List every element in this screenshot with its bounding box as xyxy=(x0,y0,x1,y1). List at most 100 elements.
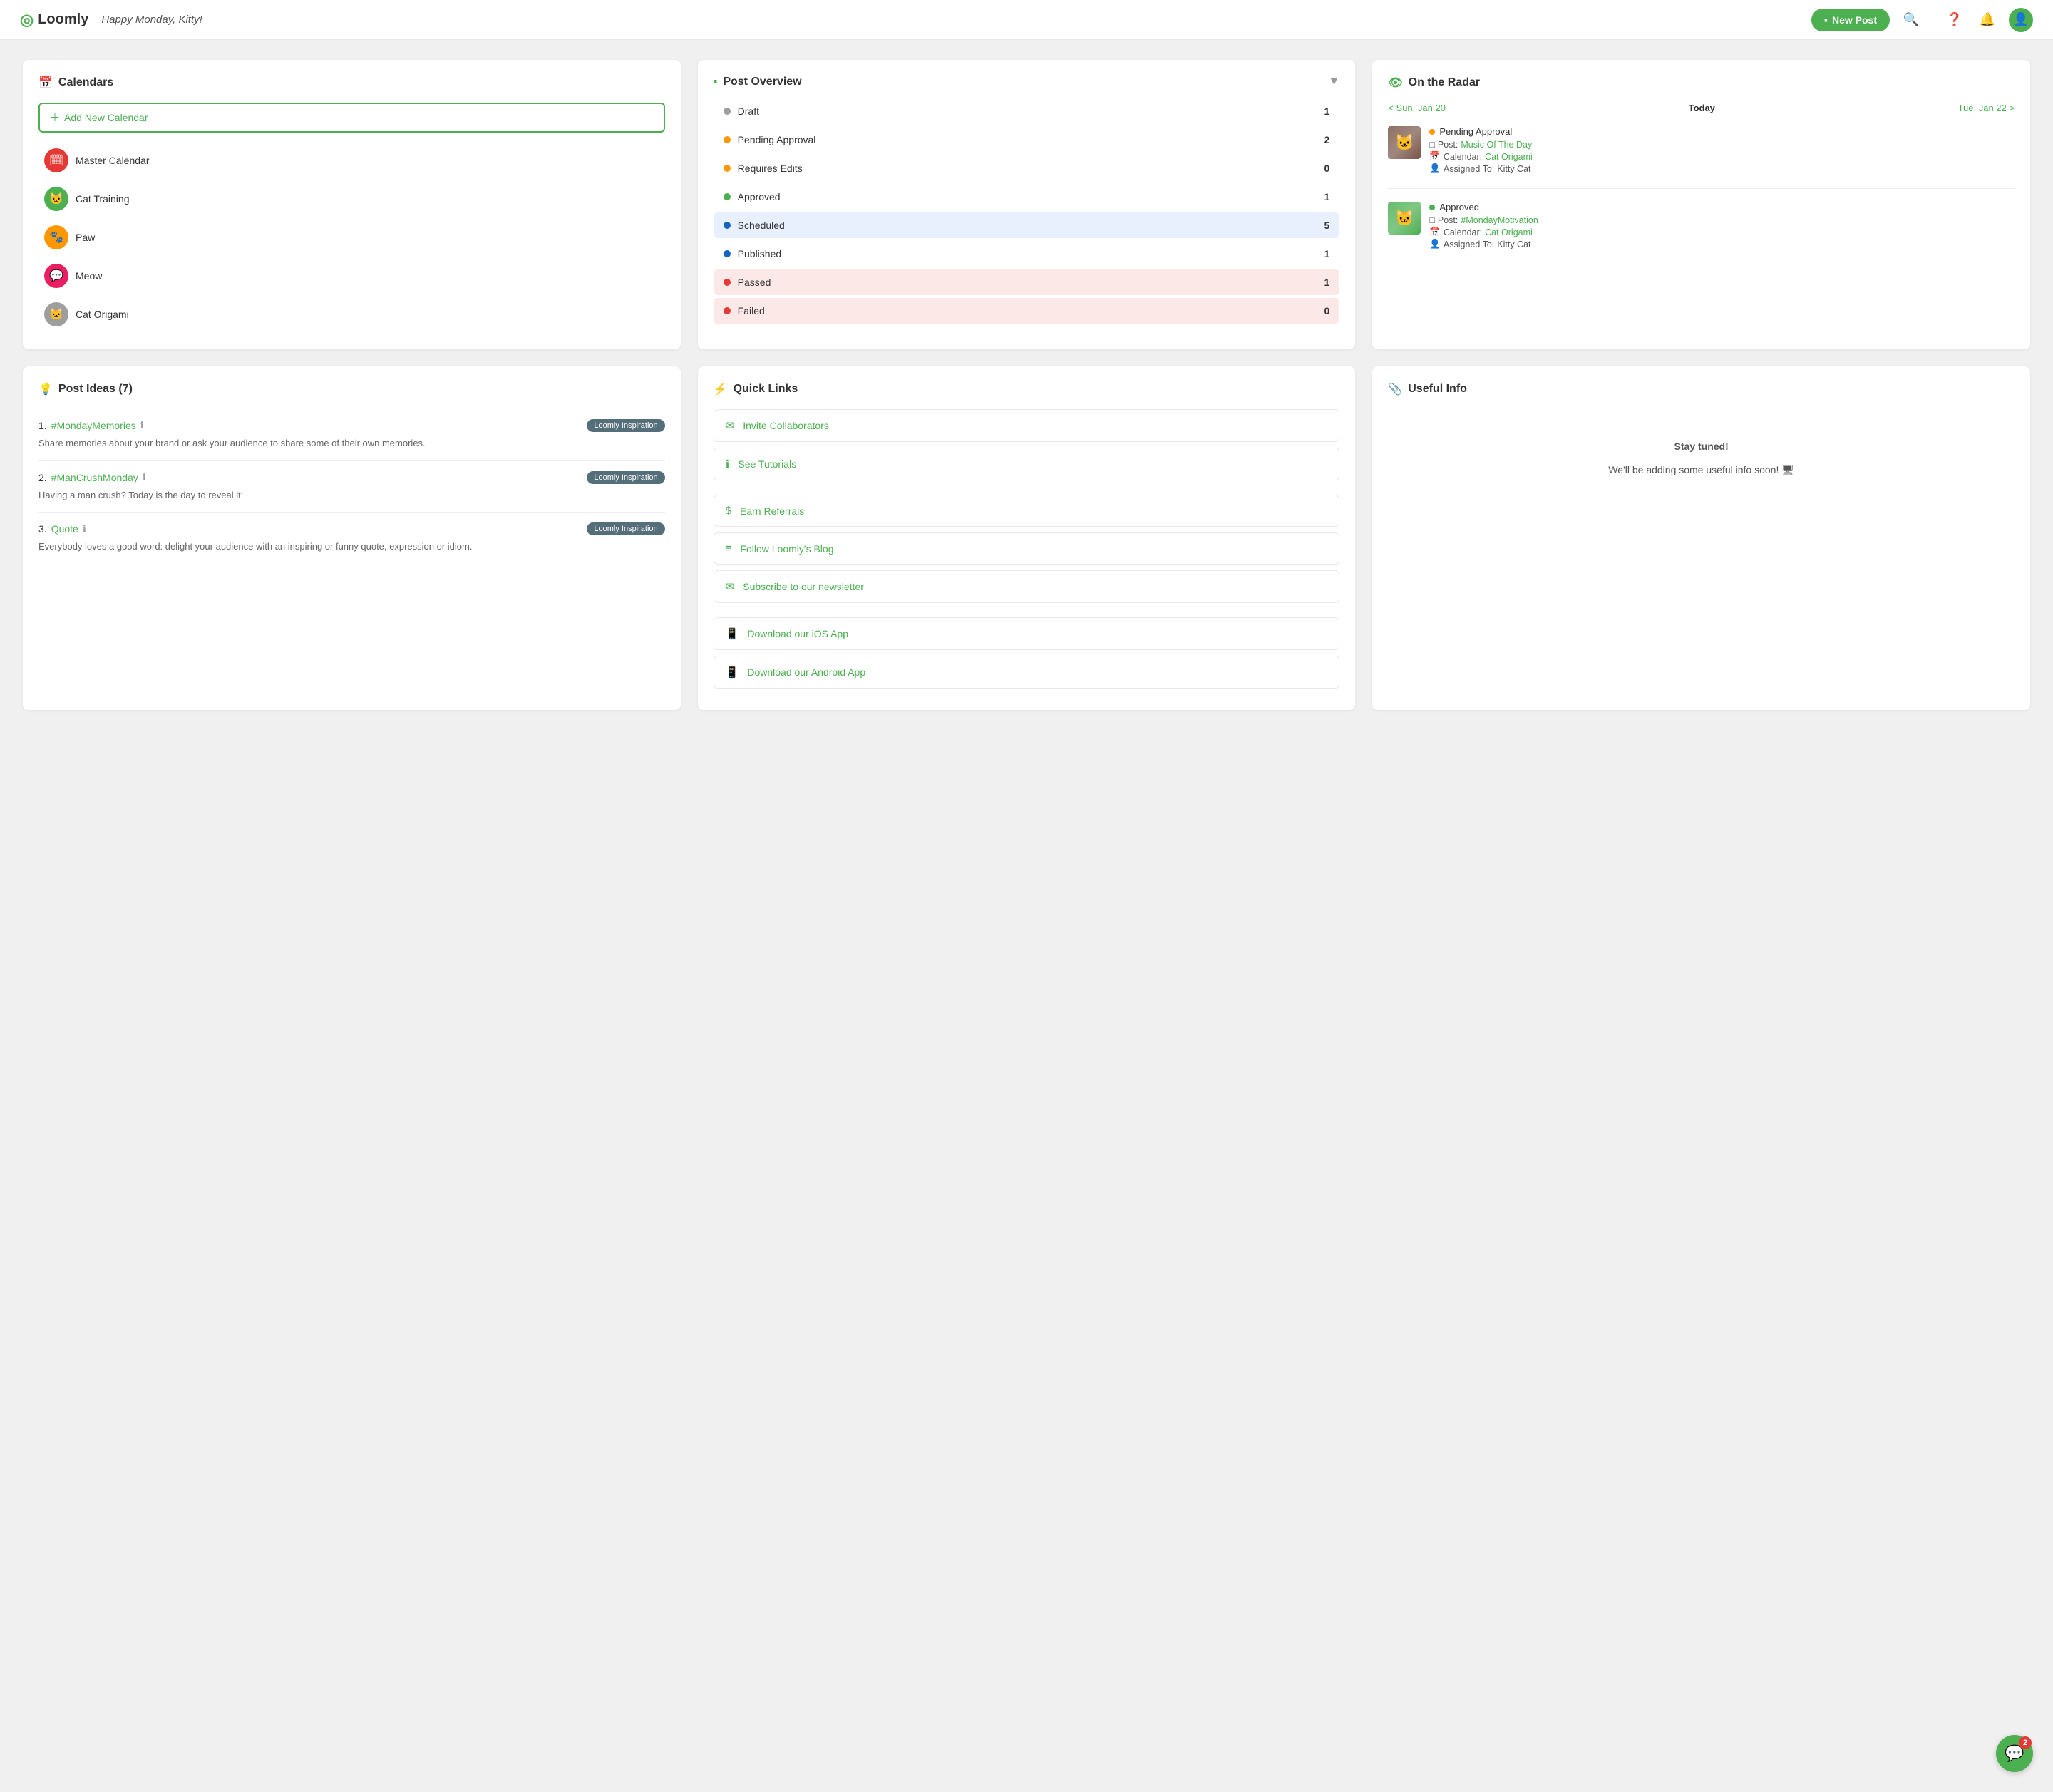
radar-item: 🐱 Approved □ Post: #MondayMotivation 📅 C… xyxy=(1388,202,2015,251)
quick-link-icon: ℹ xyxy=(726,458,730,470)
radar-post-label: Post: xyxy=(1438,140,1458,150)
status-row[interactable]: Pending Approval 2 xyxy=(714,127,1340,153)
quick-link-divider xyxy=(714,486,1340,495)
info-icon[interactable]: ℹ xyxy=(140,420,144,431)
status-row[interactable]: Approved 1 xyxy=(714,184,1340,210)
status-left: Published xyxy=(724,248,782,259)
logo[interactable]: ◎ Loomly xyxy=(20,11,88,29)
radar-prev[interactable]: < Sun, Jan 20 xyxy=(1388,103,1446,113)
idea-title: 1. #MondayMemories ℹ xyxy=(38,420,144,431)
status-left: Passed xyxy=(724,277,771,288)
radar-calendar-link[interactable]: Cat Origami xyxy=(1485,227,1533,237)
user-avatar-icon: 👤 xyxy=(2013,12,2029,27)
status-count: 1 xyxy=(1324,248,1330,259)
status-count: 1 xyxy=(1324,191,1330,202)
radar-status-label: Pending Approval xyxy=(1439,126,1512,137)
calendar-avatar: 🐱 xyxy=(44,302,68,326)
radar-post-link[interactable]: #MondayMotivation xyxy=(1461,215,1538,225)
info-icon[interactable]: ℹ xyxy=(83,523,86,535)
info-icon[interactable]: ℹ xyxy=(143,472,146,483)
quick-link-label: Download our Android App xyxy=(747,666,865,678)
status-row[interactable]: Requires Edits 0 xyxy=(714,155,1340,181)
calendar-name: Cat Origami xyxy=(76,309,129,320)
quick-link-item[interactable]: $ Earn Referrals xyxy=(714,495,1340,527)
quick-link-label: See Tutorials xyxy=(738,458,796,470)
quick-link-item[interactable]: ✉ Invite Collaborators xyxy=(714,409,1340,442)
calendar-line-icon: 📅 xyxy=(1429,151,1441,162)
status-row[interactable]: Published 1 xyxy=(714,241,1340,267)
quick-links-title: ⚡ Quick Links xyxy=(714,382,1340,396)
radar-info: Approved □ Post: #MondayMotivation 📅 Cal… xyxy=(1429,202,2015,251)
radar-thumb: 🐱 xyxy=(1388,126,1421,159)
radar-status-dot xyxy=(1429,205,1435,210)
help-button[interactable]: ❓ xyxy=(1943,9,1966,31)
radar-calendar-link[interactable]: Cat Origami xyxy=(1485,152,1533,162)
quick-link-item[interactable]: ✉ Subscribe to our newsletter xyxy=(714,570,1340,603)
new-post-label: New Post xyxy=(1832,14,1877,26)
idea-header: 1. #MondayMemories ℹ Loomly Inspiration xyxy=(38,419,665,432)
radar-thumb: 🐱 xyxy=(1388,202,1421,235)
radar-items: 🐱 Pending Approval □ Post: Music Of The … xyxy=(1388,126,2015,251)
chat-fab[interactable]: 💬 2 xyxy=(1996,1735,2033,1772)
idea-title: 2. #ManCrushMonday ℹ xyxy=(38,472,146,483)
status-label: Failed xyxy=(738,305,765,316)
idea-link[interactable]: #ManCrushMonday xyxy=(51,472,138,483)
person-icon: 👤 xyxy=(1429,239,1441,249)
status-row[interactable]: Passed 1 xyxy=(714,269,1340,295)
post-icon: □ xyxy=(1429,140,1435,150)
calendar-name: Cat Training xyxy=(76,193,129,205)
radar-post-link[interactable]: Music Of The Day xyxy=(1461,140,1532,150)
radar-assigned-line: 👤 Assigned To: Kitty Cat xyxy=(1429,239,2015,249)
status-row[interactable]: Draft 1 xyxy=(714,98,1340,124)
user-avatar-button[interactable]: 👤 xyxy=(2009,8,2033,32)
status-row[interactable]: Failed 0 xyxy=(714,298,1340,324)
bell-icon: 🔔 xyxy=(1980,12,1995,27)
calendars-title: 📅 Calendars xyxy=(38,76,665,90)
new-post-icon: ▪ xyxy=(1824,14,1828,26)
idea-header: 2. #ManCrushMonday ℹ Loomly Inspiration xyxy=(38,471,665,484)
radar-item: 🐱 Pending Approval □ Post: Music Of The … xyxy=(1388,126,2015,189)
status-count: 0 xyxy=(1324,163,1330,174)
quick-link-item[interactable]: 📱 Download our Android App xyxy=(714,656,1340,689)
add-calendar-button[interactable]: ＋ Add New Calendar xyxy=(38,103,665,133)
calendar-icon: 📅 xyxy=(38,76,53,90)
calendar-item[interactable]: 🐾 Paw xyxy=(38,218,665,257)
idea-title: 3. Quote ℹ xyxy=(38,523,86,535)
calendar-item[interactable]: 🐱 Cat Origami xyxy=(38,295,665,334)
idea-link[interactable]: Quote xyxy=(51,523,78,535)
calendar-name: Paw xyxy=(76,232,95,243)
new-post-button[interactable]: ▪ New Post xyxy=(1811,9,1890,31)
quick-links-title-text: Quick Links xyxy=(734,383,798,396)
calendar-item[interactable]: 🐱 Cat Training xyxy=(38,180,665,218)
status-label: Draft xyxy=(738,105,759,117)
calendar-item[interactable]: 🗓 Master Calendar xyxy=(38,141,665,180)
filter-icon[interactable]: ▼ xyxy=(1328,76,1339,88)
idea-header: 3. Quote ℹ Loomly Inspiration xyxy=(38,522,665,535)
quick-link-divider xyxy=(714,609,1340,617)
calendar-avatar: 🗓 xyxy=(44,148,68,172)
radar-title: 👁 On the Radar xyxy=(1388,76,2015,90)
radar-nav: < Sun, Jan 20 Today Tue, Jan 22 > xyxy=(1388,103,2015,113)
quick-link-item[interactable]: ≡ Follow Loomly's Blog xyxy=(714,532,1340,565)
quick-link-item[interactable]: ℹ See Tutorials xyxy=(714,448,1340,480)
quick-link-label: Follow Loomly's Blog xyxy=(740,543,833,555)
notifications-button[interactable]: 🔔 xyxy=(1976,9,1999,31)
search-button[interactable]: 🔍 xyxy=(1900,9,1923,31)
radar-next[interactable]: Tue, Jan 22 > xyxy=(1958,103,2015,113)
useful-info-card: 📎 Useful Info Stay tuned! We'll be addin… xyxy=(1372,366,2030,710)
top-row: 📅 Calendars ＋ Add New Calendar 🗓 Master … xyxy=(23,60,2030,349)
radar-assigned-label: Assigned To: xyxy=(1444,164,1494,174)
post-ideas-title: 💡 Post Ideas (7) xyxy=(38,382,665,396)
status-row[interactable]: Scheduled 5 xyxy=(714,212,1340,238)
post-idea-item: 1. #MondayMemories ℹ Loomly Inspiration … xyxy=(38,409,665,461)
idea-link[interactable]: #MondayMemories xyxy=(51,420,136,431)
status-count: 2 xyxy=(1324,134,1330,145)
quick-link-item[interactable]: 📱 Download our iOS App xyxy=(714,617,1340,650)
search-icon: 🔍 xyxy=(1903,12,1919,27)
radar-title-text: On the Radar xyxy=(1409,76,1480,89)
useful-info-line2: We'll be adding some useful info soon! 🖥 xyxy=(1608,461,1794,479)
status-label: Passed xyxy=(738,277,771,288)
logo-icon: ◎ xyxy=(20,11,34,29)
clip-icon: 📎 xyxy=(1388,382,1402,396)
calendar-item[interactable]: 💬 Meow xyxy=(38,257,665,295)
